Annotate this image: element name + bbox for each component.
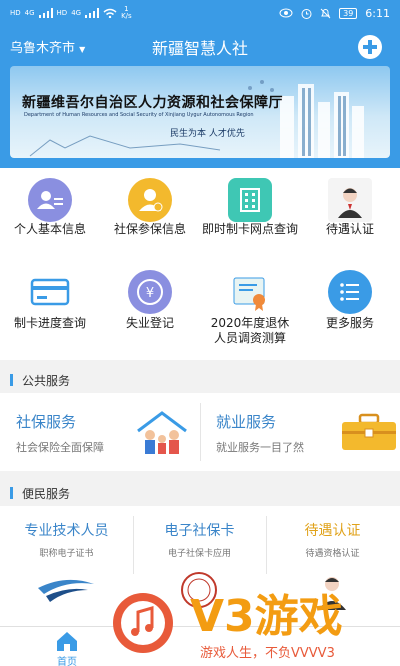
banner[interactable]: 新疆维吾尔自治区人力资源和社会保障厅 Department of Human R… xyxy=(10,66,390,158)
section-title: 公共服务 xyxy=(22,374,71,388)
family-house-icon xyxy=(137,411,187,454)
insured-user-icon xyxy=(128,178,172,222)
signal-icon xyxy=(38,8,53,18)
home-icon xyxy=(57,632,77,651)
net-speed-unit: K/s xyxy=(121,12,132,20)
list-icon xyxy=(328,270,372,314)
net-speed: 1 K/s xyxy=(121,6,132,20)
music-note-logo-icon xyxy=(113,593,173,653)
service-item-retiree-calc[interactable]: 2020年度退休人员调资测算 xyxy=(200,264,300,360)
service-label: 社保参保信息 xyxy=(113,222,186,236)
service-grid: 个人基本信息 社保参保信息 即时制卡网点查询 待遇认证 制卡进度查询 ¥ 失业登… xyxy=(0,168,400,360)
service-label: 待遇认证 xyxy=(325,222,374,236)
banner-area: 新疆维吾尔自治区人力资源和社会保障厅 Department of Human R… xyxy=(0,66,400,168)
banner-title: 新疆维吾尔自治区人力资源和社会保障厅 xyxy=(22,95,283,111)
user-card-icon xyxy=(28,178,72,222)
signal-label: HD xyxy=(10,8,21,17)
svg-text:¥: ¥ xyxy=(146,286,154,301)
certificate-icon xyxy=(228,270,272,314)
section-accent xyxy=(10,487,13,499)
signal-label: 4G xyxy=(71,8,82,17)
service-subtitle: 待遇资格认证 xyxy=(305,549,360,559)
employment-service[interactable]: 就业服务 就业服务一目了然 xyxy=(200,393,400,471)
eye-icon xyxy=(279,8,293,18)
watermark-brand: V3游戏 xyxy=(190,591,343,642)
clock: 6:11 xyxy=(365,6,390,20)
portrait-icon xyxy=(328,178,372,222)
watermark-slogan: 游戏人生，不负VVVV3 xyxy=(200,646,335,661)
section-header-public: 公共服务 xyxy=(0,367,400,393)
wifi-icon xyxy=(103,8,117,18)
building-icon xyxy=(228,178,272,222)
section-header-convenient: 便民服务 xyxy=(0,480,400,506)
social-security-service[interactable]: 社保服务 社会保险全面保障 xyxy=(0,393,200,471)
service-subtitle: 电子社保卡应用 xyxy=(167,549,231,559)
signal-label: 4G xyxy=(24,8,35,17)
status-bar: HD 4G HD 4G 1 K/s 39 6:11 xyxy=(0,0,400,26)
service-title: 待遇认证 xyxy=(304,523,361,539)
app-header: 乌鲁木齐市 ▼ 新疆智慧人社 xyxy=(0,26,400,66)
service-label: 失业登记 xyxy=(125,316,174,330)
plus-circle-icon[interactable] xyxy=(358,35,382,59)
service-label: 即时制卡网点查询 xyxy=(201,222,298,236)
service-item-more[interactable]: 更多服务 xyxy=(300,264,400,360)
banner-slogan: 民生为本 人才优先 xyxy=(170,129,245,139)
service-title: 就业服务 xyxy=(216,413,277,431)
briefcase-icon xyxy=(342,413,396,450)
service-item-personal-info[interactable]: 个人基本信息 xyxy=(0,168,100,264)
service-item-insured-info[interactable]: 社保参保信息 xyxy=(100,168,200,264)
service-subtitle: 就业服务一目了然 xyxy=(216,441,304,454)
mute-icon xyxy=(320,8,331,18)
service-item-unemployment[interactable]: ¥ 失业登记 xyxy=(100,264,200,360)
page-title: 新疆智慧人社 xyxy=(151,39,248,58)
service-label: 个人基本信息 xyxy=(13,222,86,236)
section-title: 便民服务 xyxy=(22,487,71,501)
service-subtitle: 社会保险全面保障 xyxy=(16,441,104,454)
nav-home[interactable]: 首页 xyxy=(42,629,92,666)
signal-label: HD xyxy=(56,8,68,17)
public-services: 社保服务 社会保险全面保障 就业服务 就业服务一目了然 xyxy=(0,393,400,471)
service-label: 2020年度退休人员调资测算 xyxy=(210,316,290,345)
service-subtitle: 职称电子证书 xyxy=(39,549,94,559)
service-title: 社保服务 xyxy=(16,413,77,431)
watermark: V3游戏 游戏人生，不负VVVV3 xyxy=(110,580,400,666)
yuan-refresh-icon: ¥ xyxy=(128,270,172,314)
banner-subtitle: Department of Human Resources and Social… xyxy=(24,112,254,118)
service-item-benefit-auth[interactable]: 待遇认证 xyxy=(300,168,400,264)
battery-indicator: 39 xyxy=(339,7,358,19)
service-label: 制卡进度查询 xyxy=(13,316,86,330)
service-item-card-progress[interactable]: 制卡进度查询 xyxy=(0,264,100,360)
section-accent xyxy=(10,374,13,386)
swoosh-logo-icon xyxy=(38,579,94,602)
service-title: 电子社保卡 xyxy=(164,523,235,539)
service-title: 专业技术人员 xyxy=(24,523,109,539)
service-label: 更多服务 xyxy=(325,316,374,330)
service-item-card-outlet-query[interactable]: 即时制卡网点查询 xyxy=(200,168,300,264)
card-icon xyxy=(28,270,72,314)
nav-home-label: 首页 xyxy=(57,657,77,666)
signal-icon xyxy=(85,8,100,18)
alarm-icon xyxy=(301,8,312,19)
